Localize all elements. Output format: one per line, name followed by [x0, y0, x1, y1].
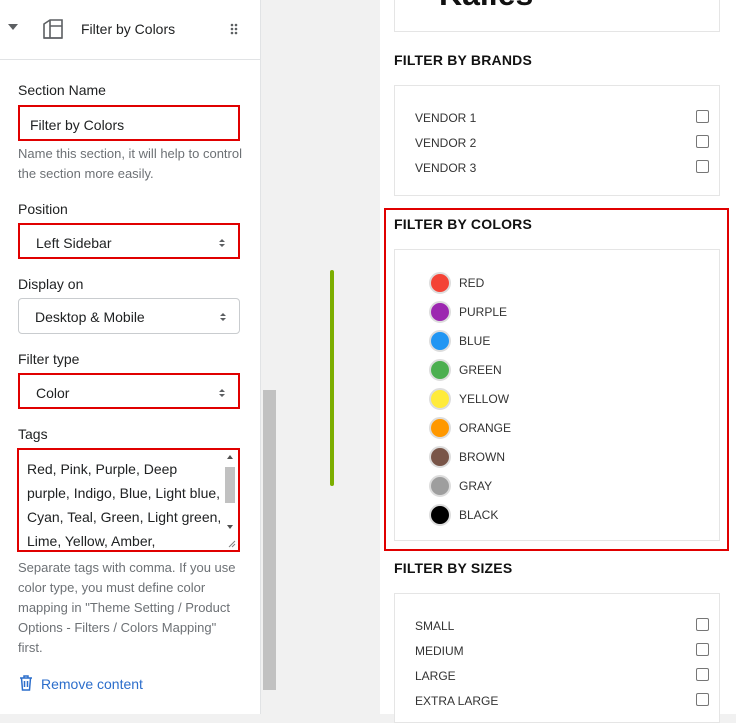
tags-value: Red, Pink, Purple, Deep purple, Indigo, …	[27, 461, 222, 549]
size-option-label: MEDIUM	[415, 644, 464, 658]
section-name-label: Section Name	[18, 82, 106, 98]
size-option[interactable]: SMALL	[415, 618, 709, 634]
size-option[interactable]: LARGE	[415, 668, 709, 684]
tags-label: Tags	[18, 426, 48, 442]
display-on-label: Display on	[18, 276, 84, 292]
filter-type-value: Color	[36, 385, 70, 401]
size-option[interactable]: MEDIUM	[415, 643, 709, 659]
logo-area: Kalles	[394, 0, 720, 32]
tags-textarea[interactable]: Red, Pink, Purple, Deep purple, Indigo, …	[17, 448, 240, 552]
section-name-input[interactable]: Filter by Colors	[18, 105, 240, 141]
section-layout-icon	[42, 18, 64, 45]
select-arrows-icon	[219, 389, 225, 397]
scroll-up-arrow-icon[interactable]	[227, 455, 233, 459]
brand-option[interactable]: VENDOR 2	[415, 135, 709, 151]
tags-help: Separate tags with comma. If you use col…	[18, 560, 236, 655]
scroll-thumb[interactable]	[225, 467, 235, 503]
panel-scroll-thumb[interactable]	[263, 390, 276, 690]
size-checkbox[interactable]	[696, 643, 709, 656]
size-checkbox[interactable]	[696, 618, 709, 631]
brand-checkbox[interactable]	[696, 110, 709, 123]
position-select[interactable]: Left Sidebar	[18, 223, 240, 259]
brand-option[interactable]: VENDOR 1	[415, 110, 709, 126]
sizes-filter-box: SMALL MEDIUM LARGE EXTRA LARGE	[394, 593, 720, 723]
brand-option-label: VENDOR 2	[415, 136, 477, 150]
section-header[interactable]: Filter by Colors	[0, 0, 261, 60]
size-option-label: EXTRA LARGE	[415, 694, 499, 708]
section-name-value: Filter by Colors	[30, 117, 125, 133]
section-editor-panel: Filter by Colors Section Name Filter by …	[0, 0, 261, 714]
filter-type-label: Filter type	[18, 351, 80, 367]
position-value: Left Sidebar	[36, 235, 112, 251]
section-title: Filter by Colors	[81, 21, 176, 37]
brand-checkbox[interactable]	[696, 135, 709, 148]
textarea-scrollbar[interactable]	[224, 453, 236, 535]
section-name-help: Name this section, it will help to contr…	[18, 146, 242, 181]
display-on-select[interactable]: Desktop & Mobile	[18, 298, 240, 334]
size-option[interactable]: EXTRA LARGE	[415, 693, 709, 709]
position-label: Position	[18, 201, 68, 217]
trash-icon[interactable]	[19, 675, 33, 696]
size-option-label: LARGE	[415, 669, 456, 683]
colors-list-scrollbar[interactable]	[330, 270, 334, 486]
resize-grip-icon[interactable]	[228, 540, 236, 548]
brand-option-label: VENDOR 3	[415, 161, 477, 175]
store-logo[interactable]: Kalles	[439, 0, 533, 13]
drag-handle-icon[interactable]	[230, 22, 238, 40]
colors-highlight-frame	[384, 208, 729, 551]
remove-content-link[interactable]: Remove content	[41, 676, 143, 692]
size-option-label: SMALL	[415, 619, 455, 633]
brand-checkbox[interactable]	[696, 160, 709, 173]
select-arrows-icon	[219, 239, 225, 247]
collapse-caret-icon[interactable]	[8, 24, 18, 30]
size-checkbox[interactable]	[696, 693, 709, 706]
filter-type-select[interactable]: Color	[18, 373, 240, 409]
display-on-value: Desktop & Mobile	[35, 309, 145, 325]
brand-option-label: VENDOR 1	[415, 111, 477, 125]
brand-option[interactable]: VENDOR 3	[415, 160, 709, 176]
sizes-filter-title: FILTER BY SIZES	[394, 560, 513, 576]
brands-filter-box: VENDOR 1 VENDOR 2 VENDOR 3	[394, 85, 720, 196]
size-checkbox[interactable]	[696, 668, 709, 681]
select-arrows-icon	[220, 313, 226, 321]
brands-filter-title: FILTER BY BRANDS	[394, 52, 533, 68]
scroll-down-arrow-icon[interactable]	[227, 525, 233, 529]
